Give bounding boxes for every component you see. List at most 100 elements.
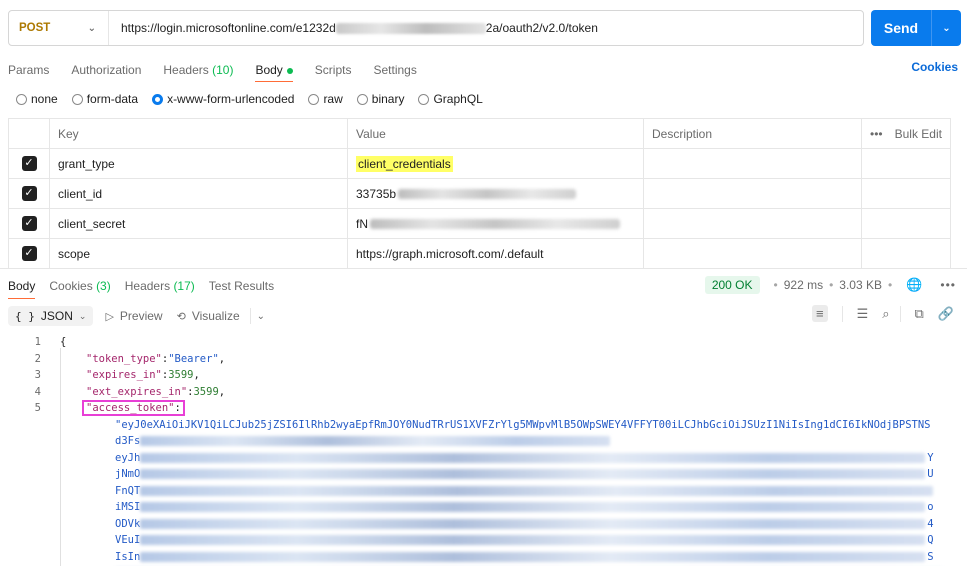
send-button[interactable]: Send ⌄: [871, 10, 961, 46]
response-time[interactable]: 922 ms: [784, 278, 823, 292]
redacted-token: [140, 485, 934, 496]
body-params-table: Key Value Description ••• Bulk Edit ✓ gra…: [8, 118, 951, 269]
more-options-icon[interactable]: •••: [940, 278, 956, 292]
code-line: eyJh Y: [115, 451, 934, 464]
radio-binary[interactable]: binary: [356, 92, 404, 106]
redacted-token: [140, 518, 926, 529]
redacted-token: [140, 502, 926, 513]
radio-raw[interactable]: raw: [308, 92, 343, 106]
response-toolbar: { } JSON ⌄ ▷ Preview ⟲ Visualize ⌄ ≡ ☰ ⌕ ⧉…: [8, 305, 960, 327]
redacted-token: [140, 452, 926, 463]
code-line: ODVk 4: [115, 517, 934, 530]
radio-circle-icon: [356, 93, 368, 105]
preview-button[interactable]: ▷ Preview: [105, 309, 162, 323]
response-tab-cookies[interactable]: Cookies (3): [49, 279, 110, 293]
row-checkbox[interactable]: ✓: [21, 246, 37, 261]
link-icon[interactable]: 🔗: [938, 306, 954, 322]
response-tab-test-results[interactable]: Test Results: [209, 279, 274, 293]
redacted-token: [140, 551, 926, 562]
copy-icon[interactable]: ⧉: [915, 306, 924, 322]
url-prefix: https://login.microsoftonline.com/e1232d: [121, 21, 336, 35]
code-line: VEuI Q: [115, 534, 934, 547]
row-checkbox[interactable]: ✓: [21, 186, 37, 201]
response-tools: ≡ ☰ ⌕ ⧉ 🔗: [798, 305, 954, 322]
visualize-icon: ⟲: [176, 310, 186, 323]
method-select[interactable]: POST ⌄: [9, 11, 109, 45]
param-description[interactable]: [643, 209, 861, 238]
chevron-down-icon: ⌄: [78, 310, 87, 321]
response-tab-headers[interactable]: Headers (17): [125, 279, 195, 293]
url-bar: POST ⌄ https://login.microsoftonline.com…: [8, 10, 864, 46]
code-line: IsIn S: [115, 550, 934, 563]
method-label: POST: [19, 22, 51, 34]
more-horizontal-icon: •••: [870, 126, 883, 141]
response-size[interactable]: 3.03 KB: [839, 278, 882, 292]
visualize-button[interactable]: ⟲ Visualize: [177, 309, 240, 323]
highlighted-access-token-key: "access_token":: [82, 400, 185, 417]
table-header-row: Key Value Description ••• Bulk Edit: [8, 119, 951, 149]
url-input[interactable]: https://login.microsoftonline.com/e1232d…: [109, 21, 598, 35]
tab-params[interactable]: Params: [8, 63, 49, 77]
tab-settings[interactable]: Settings: [373, 63, 416, 77]
tab-authorization[interactable]: Authorization: [71, 63, 141, 77]
cookies-link[interactable]: Cookies: [911, 60, 958, 74]
chevron-down-icon: ⌄: [87, 22, 96, 34]
body-type-selector: none form-data x-www-form-urlencoded raw…: [16, 92, 497, 106]
header-value: Value: [347, 119, 643, 148]
radio-x-www-form-urlencoded[interactable]: x-www-form-urlencoded: [152, 92, 294, 106]
tab-body[interactable]: Body: [255, 63, 294, 82]
header-description: Description: [643, 119, 861, 148]
redacted-value: [370, 218, 620, 229]
radio-circle-icon: [71, 93, 83, 105]
param-value[interactable]: fN: [347, 209, 643, 238]
network-globe-icon[interactable]: 🌐: [906, 277, 922, 293]
param-description[interactable]: [643, 179, 861, 208]
param-value[interactable]: https://graph.microsoft.com/.default: [347, 239, 643, 268]
code-line: 3 "expires_in": 3599,: [34, 369, 200, 382]
row-checkbox[interactable]: ✓: [21, 156, 37, 171]
redacted-value: [398, 188, 577, 199]
wrap-lines-icon[interactable]: ≡: [811, 305, 828, 322]
radio-circle-icon: [16, 93, 27, 105]
param-description[interactable]: [643, 239, 861, 268]
code-line: 1{: [34, 336, 67, 349]
param-key[interactable]: client_id: [49, 179, 347, 208]
filter-icon[interactable]: ☰: [857, 306, 869, 322]
status-badge[interactable]: 200 OK: [704, 276, 760, 294]
format-select[interactable]: { } JSON ⌄: [8, 306, 94, 326]
table-row: ✓ scope https://graph.microsoft.com/.def…: [8, 239, 951, 269]
radio-none[interactable]: none: [16, 92, 58, 106]
table-row: ✓ client_id 33735b: [8, 179, 951, 209]
tab-scripts[interactable]: Scripts: [315, 63, 352, 77]
bulk-edit-button[interactable]: ••• Bulk Edit: [861, 119, 951, 148]
visualize-chevron-icon[interactable]: ⌄: [257, 311, 265, 322]
redacted-token: [140, 436, 611, 447]
tab-headers[interactable]: Headers (10): [163, 63, 233, 77]
param-key[interactable]: client_secret: [49, 209, 347, 238]
code-line: 5 "access_token":: [8, 400, 960, 417]
redacted-token: [140, 469, 926, 480]
search-icon[interactable]: ⌕: [882, 306, 889, 322]
body-indicator-dot: [286, 67, 293, 74]
code-line: 4 "ext_expires_in": 3599,: [34, 385, 226, 398]
param-key[interactable]: scope: [49, 239, 347, 268]
response-tab-body[interactable]: Body: [8, 279, 36, 299]
code-line: iMSI o: [115, 501, 934, 514]
row-checkbox[interactable]: ✓: [21, 216, 37, 231]
send-options-chevron-icon[interactable]: ⌄: [932, 23, 961, 34]
radio-graphql[interactable]: GraphQL: [418, 92, 483, 106]
send-label: Send: [883, 20, 919, 36]
radio-circle-icon: [418, 93, 430, 105]
radio-form-data[interactable]: form-data: [71, 92, 138, 106]
param-value[interactable]: 33735b: [347, 179, 643, 208]
response-body-viewer[interactable]: 1{ 2 "token_type": "Bearer", 3 "expires_in…: [8, 334, 960, 566]
request-tabs: Params Authorization Headers (10) Body S…: [8, 60, 960, 82]
param-description[interactable]: [643, 149, 861, 178]
response-divider[interactable]: [0, 268, 967, 269]
redacted-url-segment: [335, 23, 486, 35]
code-line: d3Fs: [8, 433, 960, 450]
redacted-token: [140, 535, 926, 546]
param-value[interactable]: client_credentials: [347, 149, 643, 178]
code-line: FnQT: [8, 483, 960, 500]
param-key[interactable]: grant_type: [49, 149, 347, 178]
